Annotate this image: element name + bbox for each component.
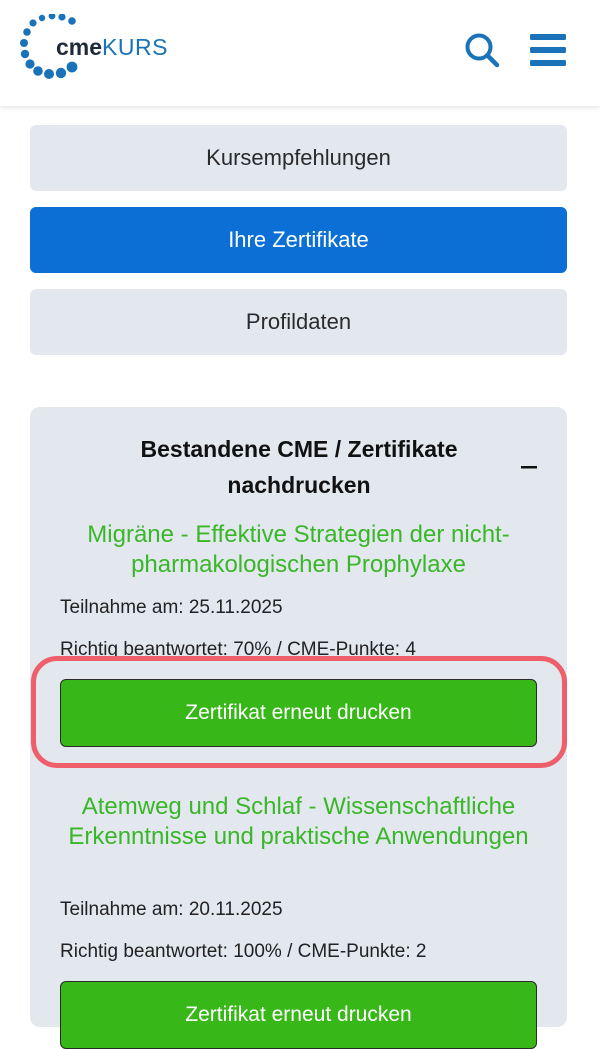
print-certificate-button[interactable]: Zertifikat erneut drucken	[60, 981, 537, 1049]
app-header: cmeKURS	[0, 0, 600, 106]
logo-cme: cme	[56, 34, 103, 60]
participation-date: Teilnahme am: 25.11.2025	[60, 597, 283, 618]
course-title-link[interactable]: Atemweg und Schlaf - Wissenschaftliche E…	[44, 792, 553, 852]
result-score: Richtig beantwortet: 70% / CME-Punkte: 4	[60, 639, 416, 660]
nav-profildaten-button[interactable]: Profildaten	[30, 289, 567, 355]
hamburger-menu-icon[interactable]	[528, 30, 568, 70]
certificates-panel: Bestandene CME / Zertifikate nachdrucken…	[30, 407, 567, 1049]
cme-kurs-logo[interactable]: cmeKURS	[20, 14, 180, 86]
nav-ihre-zertifikate-button[interactable]: Ihre Zertifikate	[30, 207, 567, 273]
collapse-icon[interactable]	[519, 457, 539, 477]
logo-wordmark: cmeKURS	[56, 34, 168, 61]
nav-kursempfehlungen-button[interactable]: Kursempfehlungen	[30, 125, 567, 191]
search-icon[interactable]	[462, 30, 502, 70]
participation-date: Teilnahme am: 20.11.2025	[60, 899, 283, 920]
certificates-panel-title: Bestandene CME / Zertifikate nachdrucken	[140, 436, 458, 498]
course-title-link[interactable]: Migräne - Effektive Strategien der nicht…	[44, 520, 553, 580]
print-certificate-button[interactable]: Zertifikat erneut drucken	[60, 679, 537, 747]
logo-kurs: KURS	[102, 34, 168, 60]
result-score: Richtig beantwortet: 100% / CME-Punkte: …	[60, 941, 427, 962]
